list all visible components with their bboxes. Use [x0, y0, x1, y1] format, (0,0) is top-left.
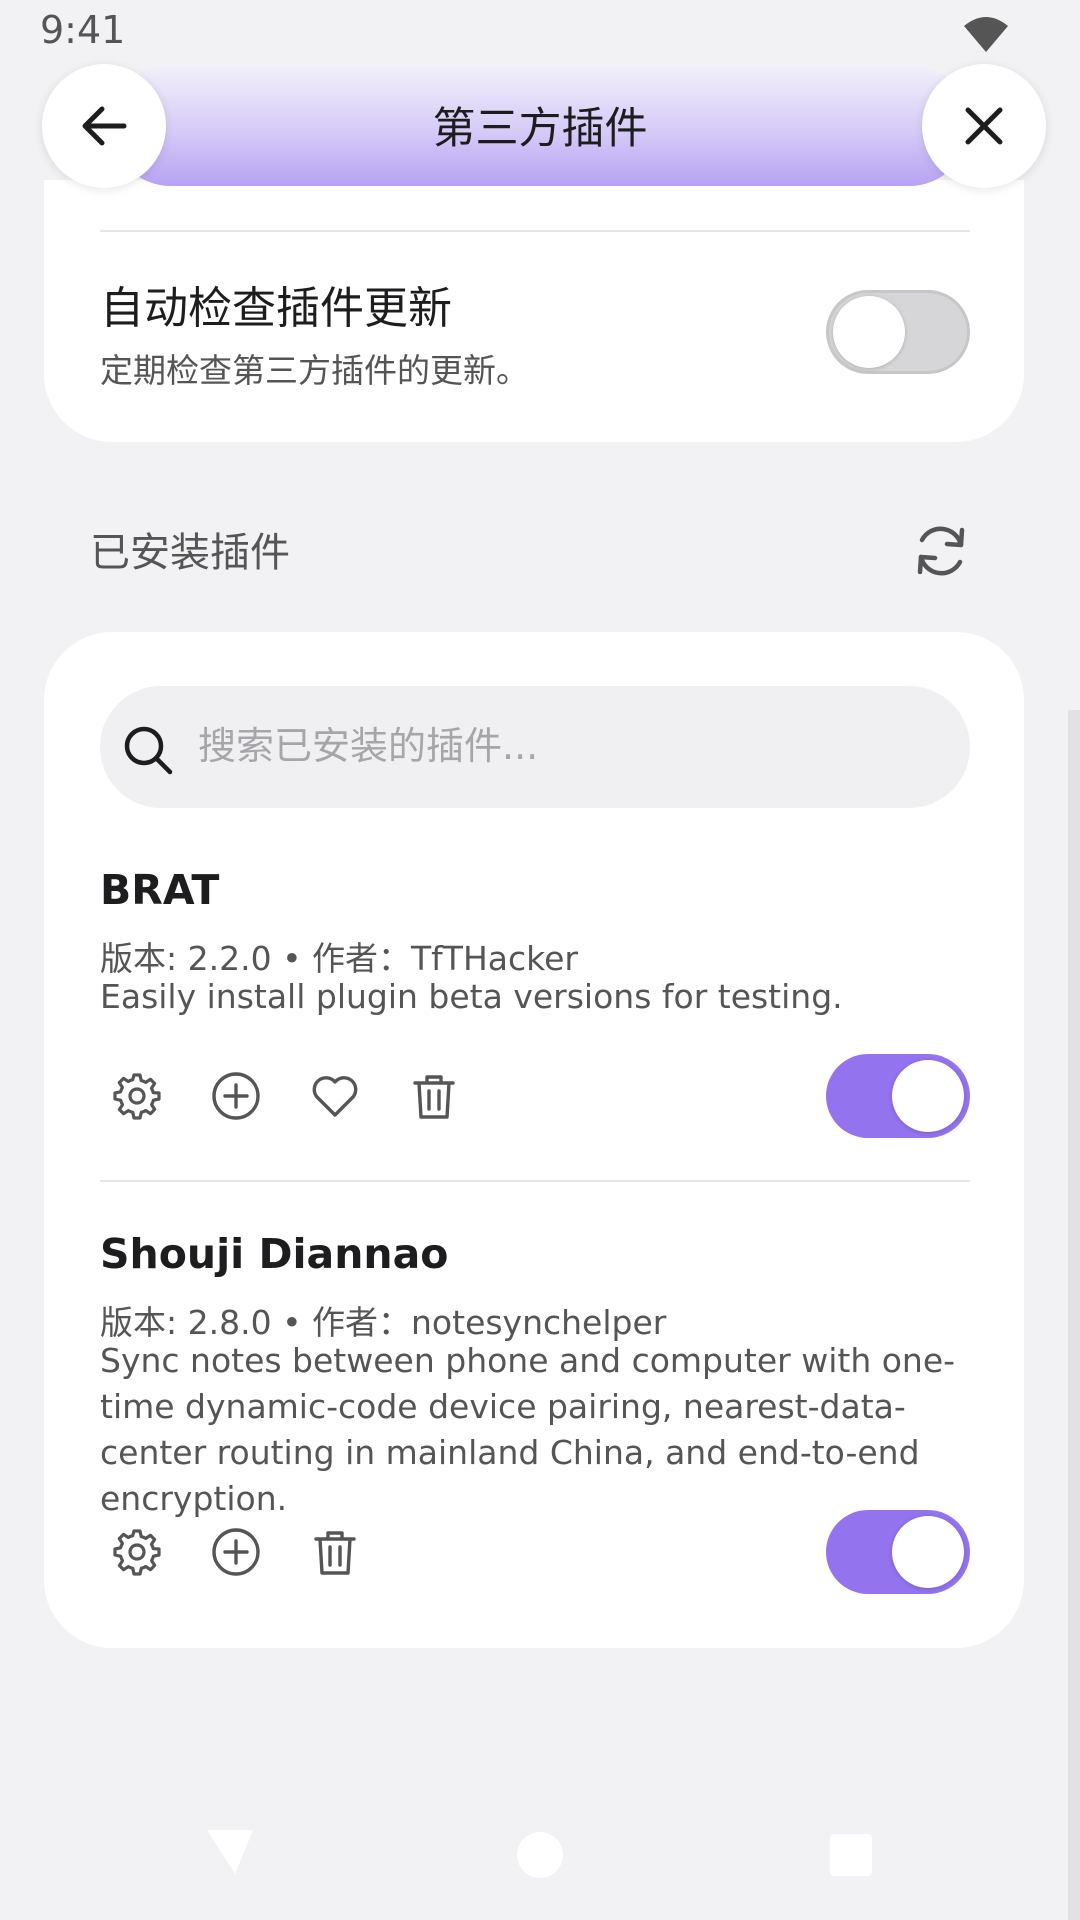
trash-icon [314, 1531, 356, 1575]
auto-update-toggle[interactable] [826, 290, 970, 374]
nav-back-icon[interactable] [205, 1826, 257, 1878]
plugin-settings-button[interactable] [107, 1522, 167, 1582]
close-button[interactable] [922, 64, 1046, 188]
plugin-delete-button[interactable] [404, 1066, 464, 1126]
back-button[interactable] [42, 64, 166, 188]
nav-home-button[interactable] [517, 1832, 563, 1878]
refresh-icon[interactable] [910, 520, 972, 582]
gear-icon [113, 1073, 161, 1120]
toggle-knob [833, 296, 905, 368]
plugin-add-button[interactable] [206, 1066, 266, 1126]
toggle-knob [892, 1060, 964, 1132]
plugin-settings-button[interactable] [107, 1066, 167, 1126]
plugin-add-button[interactable] [206, 1522, 266, 1582]
plugin-delete-button[interactable] [305, 1522, 365, 1582]
plugin-description: Sync notes between phone and computer wi… [100, 1341, 956, 1518]
search-input[interactable] [198, 716, 938, 776]
plugin-name: Shouji Diannao [100, 1230, 449, 1278]
auto-update-subtitle: 定期检查第三方插件的更新。 [100, 351, 529, 390]
auto-update-title: 自动检查插件更新 [100, 283, 452, 334]
page-title: 第三方插件 [432, 104, 648, 154]
plugin-name: BRAT [100, 866, 220, 914]
trash-icon [413, 1075, 455, 1119]
plus-circle-icon [212, 1072, 260, 1120]
wifi-icon [964, 17, 1008, 52]
screen: 9:41 自动检查插件更新 定期检查第三方插件的更新。 第三方插件 已安装插件 [0, 0, 1080, 1920]
close-icon [965, 107, 1003, 145]
arrow-left-icon [82, 106, 127, 146]
status-time: 9:41 [40, 8, 126, 52]
scrollbar[interactable] [1068, 710, 1080, 1920]
plugin-description: Easily install plugin beta versions for … [100, 977, 843, 1016]
divider [100, 1180, 970, 1182]
plugin-meta: 版本: 2.2.0 • 作者：TfTHacker [100, 939, 578, 978]
search-icon [124, 726, 173, 775]
toggle-knob [892, 1516, 964, 1588]
plugin-toggle-brat[interactable] [826, 1054, 970, 1138]
title-bar: 第三方插件 [110, 64, 970, 186]
installed-section-label: 已安装插件 [90, 530, 290, 576]
plugin-favorite-button[interactable] [305, 1066, 365, 1126]
plugin-meta: 版本: 2.8.0 • 作者：notesynchelper [100, 1303, 667, 1342]
nav-recents-button[interactable] [830, 1834, 872, 1876]
heart-icon [312, 1076, 358, 1117]
gear-icon [113, 1529, 161, 1576]
plus-circle-icon [212, 1528, 260, 1576]
divider [100, 230, 970, 232]
plugin-toggle-shouji-diannao[interactable] [826, 1510, 970, 1594]
